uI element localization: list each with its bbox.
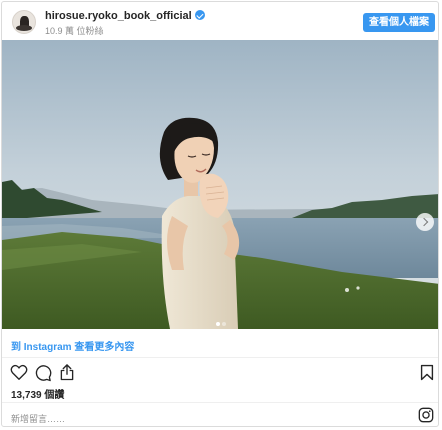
bookmark-icon[interactable] bbox=[420, 364, 434, 381]
comment-icon[interactable] bbox=[34, 364, 52, 382]
carousel-indicator bbox=[2, 313, 438, 326]
photo-illustration bbox=[2, 40, 438, 329]
carousel-dot-active bbox=[216, 322, 220, 326]
avatar[interactable] bbox=[12, 10, 36, 34]
divider bbox=[2, 402, 438, 403]
carousel-dot bbox=[222, 322, 226, 326]
share-icon[interactable] bbox=[59, 363, 75, 381]
username[interactable]: hirosue.ryoko_book_official bbox=[45, 10, 205, 22]
instagram-icon[interactable] bbox=[418, 407, 434, 423]
post-photo[interactable] bbox=[2, 40, 438, 329]
verified-badge-icon bbox=[194, 10, 205, 20]
view-profile-button[interactable]: 查看個人檔案 bbox=[363, 13, 435, 32]
add-comment-input[interactable]: 新增留言…… bbox=[11, 412, 65, 425]
view-more-on-instagram-link[interactable]: 到 Instagram 查看更多內容 bbox=[11, 338, 134, 353]
divider bbox=[2, 357, 438, 358]
like-count[interactable]: 13,739 個讚 bbox=[11, 386, 64, 401]
username-text[interactable]: hirosue.ryoko_book_official bbox=[45, 10, 192, 22]
heart-icon[interactable] bbox=[10, 364, 28, 381]
instagram-embed-card: hirosue.ryoko_book_official 10.9 萬 位粉絲 查… bbox=[1, 1, 439, 427]
next-image-button[interactable] bbox=[416, 213, 434, 231]
post-header: hirosue.ryoko_book_official 10.9 萬 位粉絲 查… bbox=[2, 2, 438, 40]
follower-count: 10.9 萬 位粉絲 bbox=[45, 26, 104, 36]
